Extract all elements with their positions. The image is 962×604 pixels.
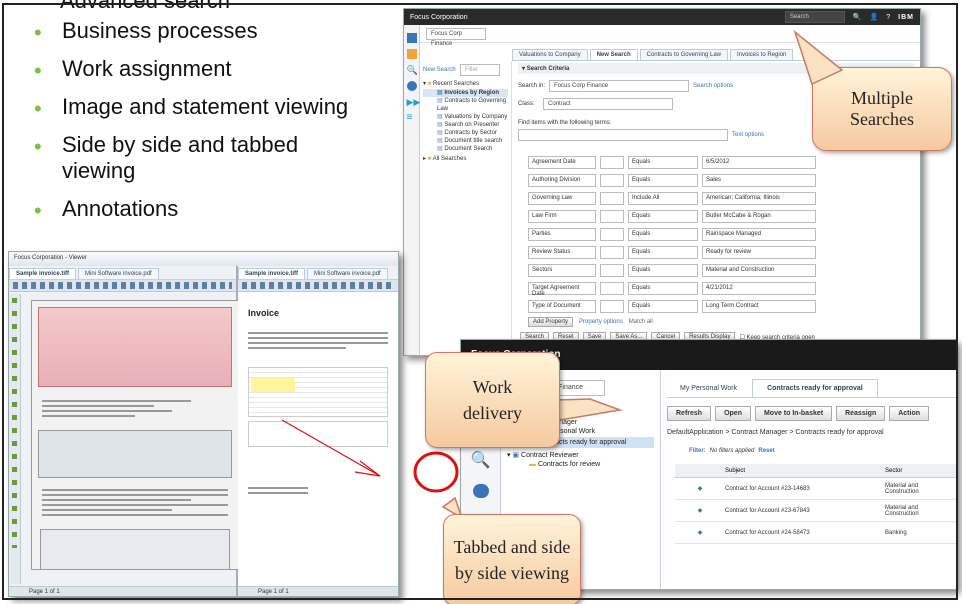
slide: – Advanced search • Business processes • Wo… [0,0,962,604]
slide-frame [2,3,958,600]
